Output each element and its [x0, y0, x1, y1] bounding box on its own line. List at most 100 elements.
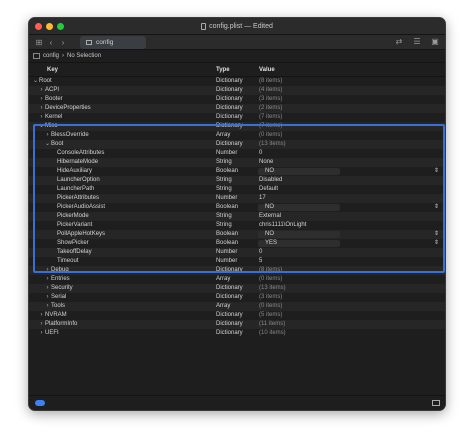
chevron-right-icon[interactable]: ›	[38, 113, 45, 122]
forward-chevron-icon[interactable]: ›	[57, 38, 69, 47]
table-row[interactable]: › BlessOverride Array (0 items)	[29, 131, 445, 140]
panel-icon[interactable]	[432, 400, 440, 406]
value-cell[interactable]: (2 items)	[259, 104, 282, 113]
key-cell[interactable]: › PlatformInfo	[38, 320, 78, 329]
key-cell[interactable]: › Kernel	[38, 113, 63, 122]
key-cell[interactable]: LauncherPath	[50, 185, 94, 194]
type-cell[interactable]: String	[216, 158, 232, 167]
boolean-select[interactable]: NO	[265, 167, 274, 176]
close-button[interactable]	[35, 23, 42, 30]
key-cell[interactable]: ⌄Misc	[38, 122, 57, 131]
table-row[interactable]: › Entries Array (0 items)	[29, 275, 445, 284]
updown-chevron-icon[interactable]: ⇕	[434, 167, 439, 176]
key-cell[interactable]: › Debug	[44, 266, 69, 275]
key-cell[interactable]: ShowPicker	[50, 239, 89, 248]
value-cell[interactable]: (4 items)	[259, 86, 282, 95]
inspector-icon[interactable]: ▣	[429, 37, 441, 46]
value-cell[interactable]: (11 items)	[259, 320, 285, 329]
value-cell[interactable]: (0 items)	[259, 131, 282, 140]
breadcrumb-root[interactable]: config	[43, 53, 59, 59]
table-row[interactable]: ⌄Misc Dictionary (7 items)	[29, 122, 445, 131]
key-cell[interactable]: Timeout	[50, 257, 78, 266]
type-cell[interactable]: Number	[216, 257, 237, 266]
value-cell[interactable]: None	[259, 158, 273, 167]
type-cell[interactable]: Boolean	[216, 203, 238, 212]
chevron-right-icon[interactable]: ›	[38, 329, 45, 338]
key-cell[interactable]: PickerAudioAssist	[50, 203, 105, 212]
value-cell[interactable]: (0 items)	[259, 302, 282, 311]
value-cell[interactable]: (3 items)	[259, 95, 282, 104]
table-row[interactable]: › Tools Array (0 items)	[29, 302, 445, 311]
table-row[interactable]: PickerAttributes Number 17	[29, 194, 445, 203]
table-row[interactable]: › ACPI Dictionary (4 items)	[29, 86, 445, 95]
table-row[interactable]: LauncherOption String Disabled	[29, 176, 445, 185]
type-cell[interactable]: Dictionary	[216, 122, 243, 131]
column-type[interactable]: Type	[216, 67, 230, 73]
type-cell[interactable]: Dictionary	[216, 284, 243, 293]
value-cell[interactable]: (13 items)	[259, 284, 286, 293]
table-row[interactable]: PickerVariant String chris1111\OnLight	[29, 221, 445, 230]
table-row[interactable]: PollAppleHotKeys Boolean ⇕ NO	[29, 230, 445, 239]
type-cell[interactable]: Dictionary	[216, 140, 243, 149]
table-row[interactable]: › DeviceProperties Dictionary (2 items)	[29, 104, 445, 113]
type-cell[interactable]: Dictionary	[216, 266, 243, 275]
chevron-right-icon[interactable]: ›	[44, 131, 51, 140]
chevron-right-icon[interactable]: ›	[44, 266, 51, 275]
type-cell[interactable]: String	[216, 212, 232, 221]
boolean-select[interactable]: YES	[265, 239, 277, 248]
chevron-right-icon[interactable]: ›	[38, 311, 45, 320]
type-cell[interactable]: Dictionary	[216, 320, 243, 329]
value-cell[interactable]: (8 items)	[259, 266, 282, 275]
key-cell[interactable]: › UEFI	[38, 329, 59, 338]
table-row[interactable]: PickerAudioAssist Boolean ⇕ NO	[29, 203, 445, 212]
column-key[interactable]: Key	[47, 67, 58, 73]
key-cell[interactable]: › BlessOverride	[44, 131, 89, 140]
table-row[interactable]: Timeout Number 5	[29, 257, 445, 266]
table-row[interactable]: ⌄Boot Dictionary (13 items)	[29, 140, 445, 149]
chevron-right-icon[interactable]: ›	[38, 95, 45, 104]
type-cell[interactable]: Number	[216, 149, 237, 158]
value-cell[interactable]: (0 items)	[259, 275, 282, 284]
type-cell[interactable]: Dictionary	[216, 86, 243, 95]
grid-view-icon[interactable]: ⊞	[33, 38, 45, 47]
key-cell[interactable]: ⌄Boot	[44, 140, 63, 149]
minimize-button[interactable]	[46, 23, 53, 30]
type-cell[interactable]: Array	[216, 302, 230, 311]
table-row[interactable]: › UEFI Dictionary (10 items)	[29, 329, 445, 338]
key-cell[interactable]: PollAppleHotKeys	[50, 230, 105, 239]
table-row[interactable]: TakeoffDelay Number 0	[29, 248, 445, 257]
table-row[interactable]: ShowPicker Boolean ⇕ YES	[29, 239, 445, 248]
chevron-right-icon[interactable]: ›	[38, 86, 45, 95]
type-cell[interactable]: String	[216, 185, 232, 194]
type-cell[interactable]: Array	[216, 131, 230, 140]
key-cell[interactable]: › DeviceProperties	[38, 104, 91, 113]
value-cell[interactable]: chris1111\OnLight	[259, 221, 306, 230]
key-cell[interactable]: › Entries	[44, 275, 70, 284]
table-row[interactable]: › Debug Dictionary (8 items)	[29, 266, 445, 275]
value-cell[interactable]: External	[259, 212, 281, 221]
type-cell[interactable]: Array	[216, 275, 230, 284]
value-cell[interactable]: 0	[259, 248, 262, 257]
table-row[interactable]: PickerMode String External	[29, 212, 445, 221]
value-cell[interactable]: (7 items)	[259, 122, 282, 131]
type-cell[interactable]: Number	[216, 194, 237, 203]
type-cell[interactable]: Dictionary	[216, 77, 243, 86]
zoom-button[interactable]	[57, 23, 64, 30]
chevron-right-icon[interactable]: ›	[44, 284, 51, 293]
table-row[interactable]: ⌄Root Dictionary (8 items)	[29, 77, 445, 86]
table-row[interactable]: HideAuxiliary Boolean ⇕ NO	[29, 167, 445, 176]
value-cell[interactable]: 17	[259, 194, 266, 203]
chevron-right-icon[interactable]: ›	[38, 320, 45, 329]
type-cell[interactable]: Boolean	[216, 239, 238, 248]
back-chevron-icon[interactable]: ‹	[45, 38, 57, 47]
chevron-down-icon[interactable]: ⌄	[44, 140, 51, 149]
key-cell[interactable]: › Booter	[38, 95, 63, 104]
value-cell[interactable]: (7 items)	[259, 113, 282, 122]
table-row[interactable]: › NVRAM Dictionary (5 items)	[29, 311, 445, 320]
table-row[interactable]: HibernateMode String None	[29, 158, 445, 167]
value-cell[interactable]: Default	[259, 185, 278, 194]
key-cell[interactable]: LauncherOption	[50, 176, 100, 185]
type-cell[interactable]: Dictionary	[216, 113, 243, 122]
key-cell[interactable]: ⌄Root	[32, 77, 52, 86]
table-row[interactable]: › Booter Dictionary (3 items)	[29, 95, 445, 104]
